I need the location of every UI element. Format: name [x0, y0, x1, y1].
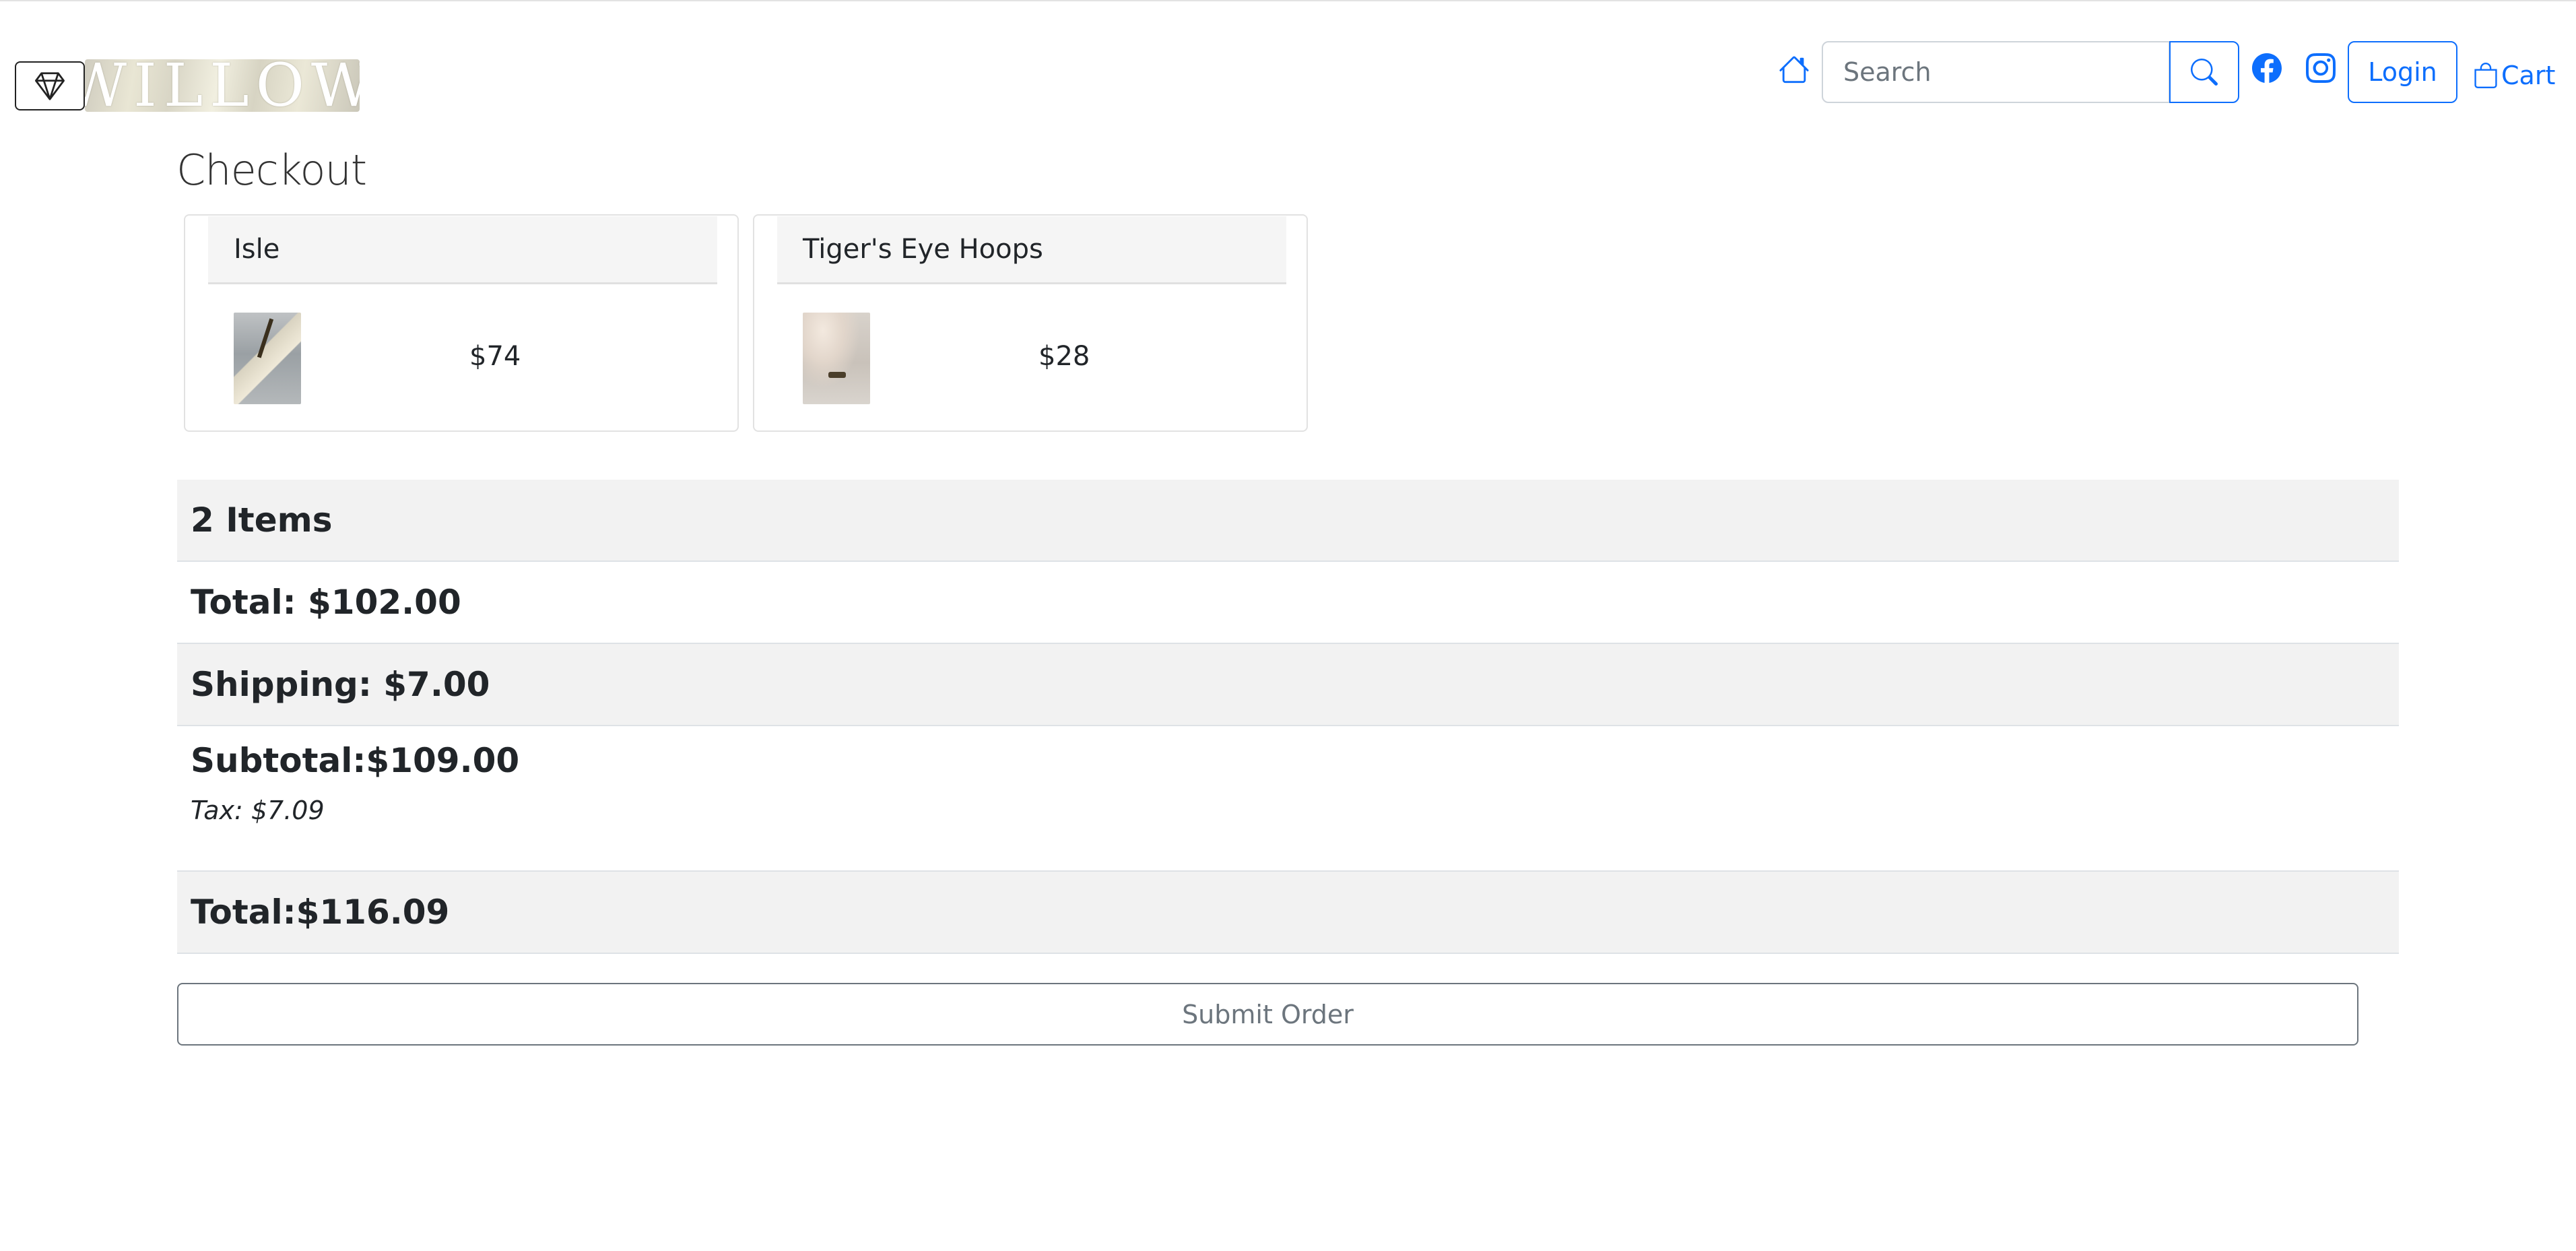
shipping-cost: Shipping: $7.00 [191, 665, 490, 704]
item-image [803, 313, 870, 404]
logo[interactable]: WILLOW [85, 59, 360, 112]
summary-row-total: Total: $102.00 [177, 562, 2399, 644]
item-price: $28 [1038, 341, 1090, 372]
cart-label: Cart [2501, 61, 2556, 90]
search-button[interactable] [2169, 41, 2239, 103]
bag-icon [2474, 63, 2497, 88]
logo-text: WILLOW [85, 59, 360, 112]
subtotal: Subtotal:$109.00 [191, 741, 520, 780]
page-title: Checkout [176, 146, 367, 195]
summary-row-items: 2 Items [177, 480, 2399, 562]
item-image [234, 313, 301, 404]
summary-row-grand-total: Total:$116.09 [177, 872, 2399, 954]
submit-order-button[interactable]: Submit Order [177, 983, 2358, 1046]
item-name: Isle [208, 216, 717, 284]
cart-item-card: Tiger's Eye Hoops $28 [753, 214, 1308, 432]
grand-total: Total:$116.09 [191, 893, 450, 932]
brand-button[interactable] [15, 61, 85, 110]
login-button[interactable]: Login [2348, 41, 2457, 103]
summary-row-subtotal: Subtotal:$109.00 Tax: $7.09 [177, 726, 2399, 872]
gem-icon [35, 71, 65, 100]
top-border [0, 0, 2576, 1]
facebook-icon[interactable] [2252, 53, 2282, 83]
tax: Tax: $7.09 [191, 796, 325, 825]
search-icon [2191, 59, 2218, 86]
item-name: Tiger's Eye Hoops [777, 216, 1286, 284]
search-input[interactable] [1822, 41, 2170, 103]
house-icon[interactable] [1779, 54, 1810, 85]
item-price: $74 [469, 341, 521, 372]
items-count: 2 Items [191, 501, 333, 540]
cart-item-card: Isle $74 [184, 214, 739, 432]
cart-link[interactable]: Cart [2473, 57, 2555, 94]
summary-row-shipping: Shipping: $7.00 [177, 644, 2399, 726]
items-total: Total: $102.00 [191, 583, 461, 622]
instagram-icon[interactable] [2306, 53, 2336, 83]
